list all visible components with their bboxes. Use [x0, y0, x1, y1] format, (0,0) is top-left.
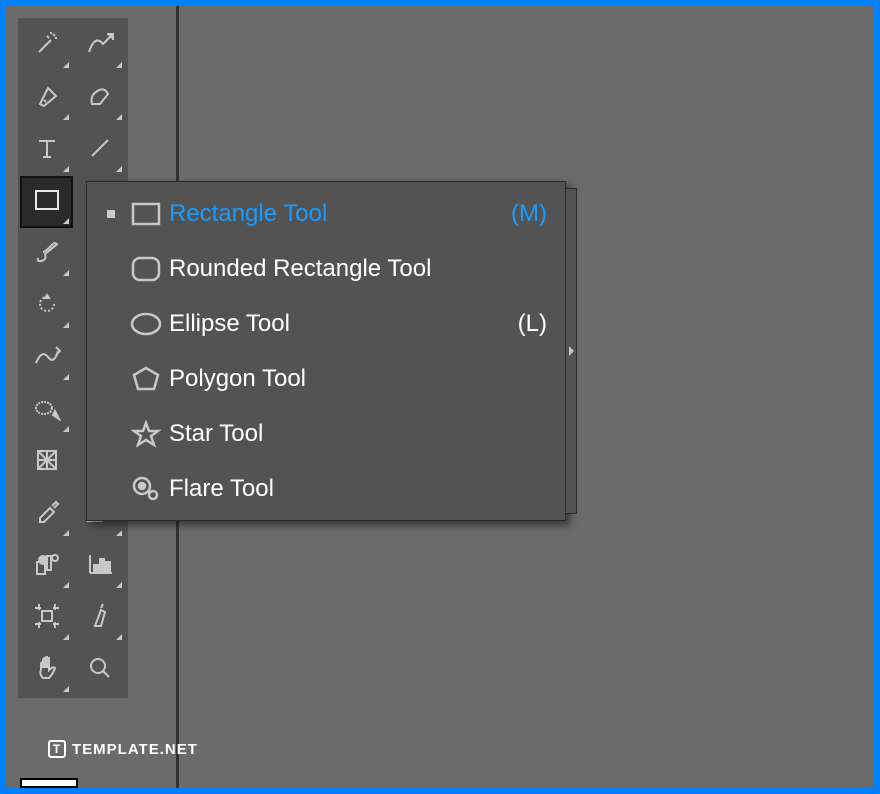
rectangle-icon [123, 201, 169, 227]
rotate-tool[interactable] [20, 280, 73, 332]
pen-icon [34, 82, 60, 115]
perspective-icon [33, 395, 61, 426]
slice-icon [87, 602, 113, 635]
curvature-icon [85, 30, 115, 63]
flyout-label: Star Tool [169, 420, 547, 448]
paintbrush-icon [33, 238, 61, 271]
flyout-label: Flare Tool [169, 475, 547, 503]
flyout-shortcut: (M) [511, 200, 547, 228]
flyout-label: Rectangle Tool [169, 200, 511, 228]
type-icon [34, 135, 60, 166]
watermark-text: TEMPLATE.NET [72, 741, 198, 758]
mesh-tool[interactable] [20, 436, 73, 488]
flare-icon [123, 475, 169, 503]
mesh-icon [34, 447, 60, 478]
rounded-rectangle-icon [123, 255, 169, 283]
flyout-item-star[interactable]: Star Tool [87, 406, 565, 461]
artboard-icon [33, 602, 61, 635]
hand-icon [33, 654, 61, 687]
flyout-item-rounded-rectangle[interactable]: Rounded Rectangle Tool [87, 241, 565, 296]
flyout-label: Rounded Rectangle Tool [169, 255, 547, 283]
star-icon [123, 420, 169, 448]
polygon-icon [123, 365, 169, 393]
app-canvas: Rectangle Tool (M) Rounded Rectangle Too… [6, 6, 874, 788]
ellipse-icon [123, 311, 169, 337]
rectangle-icon [33, 188, 61, 217]
type-tool[interactable] [20, 124, 73, 176]
eyedropper-tool[interactable] [20, 488, 73, 540]
freeform-pen-icon [86, 82, 114, 115]
perspective-tool[interactable] [20, 384, 73, 436]
rectangle-tool[interactable] [20, 176, 73, 228]
blend-icon [33, 550, 61, 583]
pen-tool[interactable] [20, 72, 73, 124]
flyout-item-ellipse[interactable]: Ellipse Tool (L) [87, 296, 565, 351]
line-icon [87, 135, 113, 166]
watermark-icon: T [48, 740, 66, 758]
swatch-preview [20, 778, 78, 788]
flyout-item-polygon[interactable]: Polygon Tool [87, 351, 565, 406]
column-graph-tool[interactable] [73, 540, 126, 592]
magic-wand-tool[interactable] [20, 20, 73, 72]
flyout-item-rectangle[interactable]: Rectangle Tool (M) [87, 186, 565, 241]
slice-tool[interactable] [73, 592, 126, 644]
magic-wand-icon [33, 30, 61, 63]
freeform-pen-tool[interactable] [73, 72, 126, 124]
hand-tool[interactable] [20, 644, 73, 696]
width-icon [32, 343, 62, 374]
rectangle-tool-flyout: Rectangle Tool (M) Rounded Rectangle Too… [86, 181, 566, 521]
column-graph-icon [86, 551, 114, 582]
zoom-tool[interactable] [73, 644, 126, 696]
flyout-tearoff-handle[interactable] [565, 188, 577, 514]
blend-tool[interactable] [20, 540, 73, 592]
width-tool[interactable] [20, 332, 73, 384]
watermark: T TEMPLATE.NET [48, 740, 198, 758]
flyout-item-flare[interactable]: Flare Tool [87, 461, 565, 516]
zoom-icon [87, 655, 113, 686]
line-segment-tool[interactable] [73, 124, 126, 176]
flyout-label: Ellipse Tool [169, 310, 518, 338]
flyout-shortcut: (L) [518, 310, 547, 338]
eyedropper-icon [34, 498, 60, 531]
active-bullet [99, 210, 123, 218]
artboard-tool[interactable] [20, 592, 73, 644]
rotate-icon [34, 291, 60, 322]
paintbrush-tool[interactable] [20, 228, 73, 280]
curvature-tool[interactable] [73, 20, 126, 72]
flyout-label: Polygon Tool [169, 365, 547, 393]
